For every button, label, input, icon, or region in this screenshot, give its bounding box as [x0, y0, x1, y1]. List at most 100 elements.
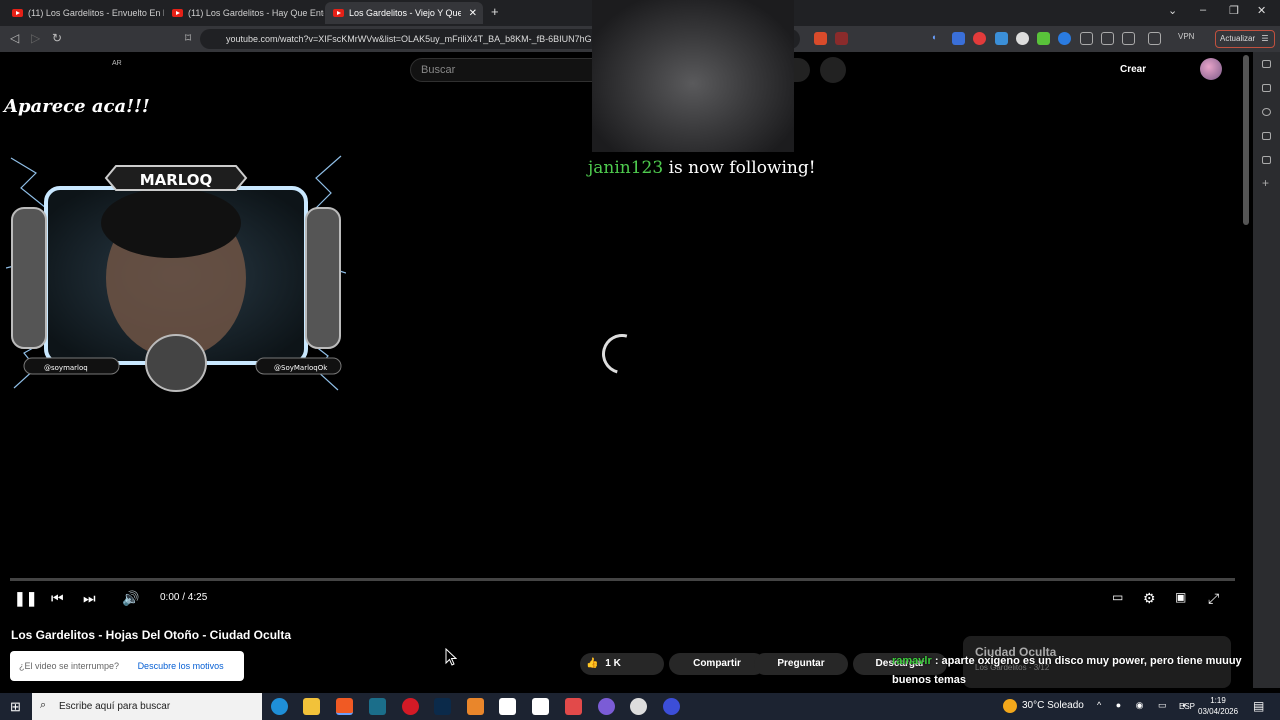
youtube-icon	[333, 9, 344, 17]
interrupt-notice: ¿El video se interrumpe? Descubre los mo…	[10, 651, 244, 681]
avatar[interactable]	[1200, 58, 1222, 80]
chat-text: aparte oxigeno es un disco muy power, pe…	[892, 655, 1242, 686]
app-icon[interactable]	[630, 698, 647, 715]
mouse-cursor-icon	[445, 648, 457, 666]
panel-icon[interactable]	[1262, 108, 1271, 116]
panel-icon[interactable]	[1262, 156, 1271, 164]
extension-icon[interactable]	[1037, 32, 1050, 45]
notifications-icon[interactable]: ▤	[1253, 699, 1264, 713]
fullscreen-icon[interactable]: ⤢	[1208, 590, 1219, 607]
audio-icon[interactable]: ◖	[931, 32, 944, 45]
close-window-icon[interactable]: ✕	[1257, 4, 1266, 17]
frame-name-label: MARLOQ	[140, 171, 213, 189]
add-panel-icon[interactable]: +	[1262, 176, 1269, 190]
translate-icon[interactable]	[952, 32, 965, 45]
app-icon[interactable]	[598, 698, 615, 715]
file-explorer-icon[interactable]	[303, 698, 320, 715]
next-icon[interactable]: ⏭	[83, 590, 96, 607]
webcam-frame: MARLOQ @soymarloq @SoyMarloqOk	[6, 155, 346, 392]
new-tab-button[interactable]: +	[491, 4, 499, 19]
vpn-button[interactable]: VPN	[1178, 32, 1194, 41]
language-indicator[interactable]: ESP	[1179, 702, 1195, 711]
browser-tab[interactable]: (11) Los Gardelitos - Hay Que Entender	[164, 2, 324, 24]
ask-button[interactable]: Preguntar	[754, 653, 848, 675]
close-tab-icon[interactable]: ✕	[469, 8, 477, 19]
search-icon: ⌕	[40, 699, 47, 711]
app-icon[interactable]	[663, 698, 680, 715]
restore-icon[interactable]: ❐	[1229, 4, 1239, 17]
follow-alert: janin123 is now following!	[588, 158, 816, 178]
record-icon[interactable]	[973, 32, 986, 45]
wallet-icon[interactable]	[1148, 32, 1161, 45]
edge-icon[interactable]	[271, 698, 288, 715]
panel-icon[interactable]	[1262, 60, 1271, 68]
time-display: 0:00 / 4:25	[160, 592, 208, 603]
clock[interactable]: 1:19 03/04/2026	[1198, 695, 1238, 717]
browser-tab[interactable]: (11) Los Gardelitos - Envuelto En Llamas	[4, 2, 164, 24]
extension-icon[interactable]	[1058, 32, 1071, 45]
weather-sun-icon	[1003, 699, 1017, 713]
app-icon[interactable]	[565, 698, 582, 715]
interrupt-question: ¿El video se interrumpe?	[19, 661, 120, 671]
tab-label: Los Gardelitos - Viejo Y Querido	[349, 8, 461, 18]
windows-start-icon[interactable]: ⊞	[10, 699, 21, 715]
update-button[interactable]: Actualizar ☰	[1215, 30, 1275, 48]
clock-date: 03/04/2026	[1198, 707, 1239, 716]
browser-tab-active[interactable]: Los Gardelitos - Viejo Y Querido ✕	[325, 2, 483, 24]
minimize-icon[interactable]: –	[1200, 4, 1206, 16]
subtitles-icon[interactable]: ▭	[1112, 590, 1123, 604]
like-count: 1 K	[605, 658, 621, 669]
panel-icon[interactable]	[1262, 132, 1271, 140]
voice-search-icon[interactable]	[820, 57, 846, 83]
tab-search-icon[interactable]: ⌄	[1168, 4, 1177, 17]
app-icon[interactable]	[532, 698, 549, 715]
media-icon[interactable]	[1101, 32, 1114, 45]
app-v-icon[interactable]	[369, 698, 386, 715]
extensions-icon[interactable]	[1080, 32, 1093, 45]
pause-icon[interactable]: ❚❚	[14, 590, 37, 607]
create-button[interactable]: Crear	[1120, 64, 1146, 75]
thumbs-up-icon: 👍	[586, 658, 599, 669]
brave-shield-icon[interactable]	[814, 32, 827, 45]
extension-icon[interactable]	[995, 32, 1008, 45]
interrupt-link[interactable]: Descubre los motivos	[138, 661, 224, 671]
like-button[interactable]: 👍 1 K	[580, 653, 664, 675]
video-title: Los Gardelitos - Hojas Del Otoño - Ciuda…	[11, 628, 292, 642]
previous-icon[interactable]: ⏮	[51, 590, 64, 607]
extension-icon[interactable]	[1016, 32, 1029, 45]
loading-spinner	[594, 326, 650, 382]
taskbar: ⊞ Escribe aquí para buscar ⌕ 30°C Solead…	[0, 693, 1280, 720]
sidebar-icon[interactable]	[1122, 32, 1135, 45]
side-panel: +	[1253, 52, 1280, 688]
fl-studio-icon[interactable]	[467, 698, 484, 715]
taskbar-search-input[interactable]: Escribe aquí para buscar	[32, 693, 262, 720]
update-label: Actualizar	[1220, 34, 1256, 43]
overlay-caption: Aparece aca!!!	[4, 96, 150, 117]
settings-icon[interactable]: ⚙	[1143, 590, 1156, 607]
top-webcam	[592, 0, 794, 152]
chat-message: ramavlr : aparte oxigeno es un disco muy…	[892, 652, 1242, 690]
tab-label: (11) Los Gardelitos - Hay Que Entender	[188, 8, 324, 18]
reload-icon[interactable]: ↻	[52, 31, 62, 45]
progress-bar[interactable]	[10, 578, 1235, 581]
bookmark-icon[interactable]: ⌑	[185, 31, 191, 45]
brave-icon[interactable]	[336, 698, 353, 715]
panel-icon[interactable]	[1262, 84, 1271, 92]
app-icon[interactable]	[499, 698, 516, 715]
opera-icon[interactable]	[402, 698, 419, 715]
back-icon[interactable]: ◁	[10, 31, 19, 45]
weather-label[interactable]: 30°C Soleado	[1022, 700, 1084, 711]
rewards-icon[interactable]	[835, 32, 848, 45]
volume-icon[interactable]: 🔊	[122, 590, 139, 607]
region-label: AR	[112, 60, 122, 67]
photoshop-icon[interactable]	[434, 698, 451, 715]
forward-icon[interactable]: ▷	[31, 31, 40, 45]
chat-user: ramavlr	[892, 655, 932, 667]
youtube-icon	[12, 9, 23, 17]
share-button[interactable]: Compartir	[669, 653, 765, 675]
miniplayer-icon[interactable]: ▣	[1175, 590, 1186, 604]
clock-time: 1:19	[1210, 696, 1226, 705]
tab-label: (11) Los Gardelitos - Envuelto En Llamas	[28, 8, 164, 18]
twitter-handle: @SoyMarloqOk	[274, 364, 328, 372]
scrollbar[interactable]	[1243, 55, 1249, 225]
